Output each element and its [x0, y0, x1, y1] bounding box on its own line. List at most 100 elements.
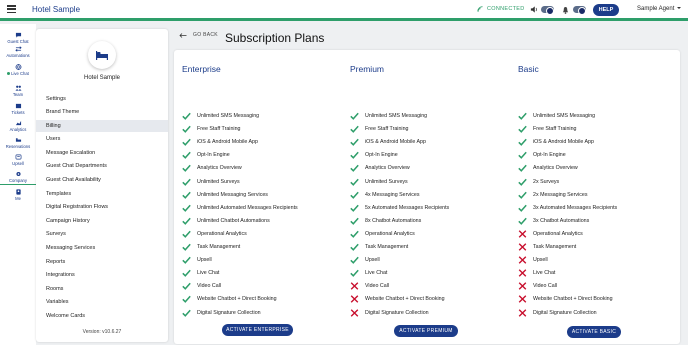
plan-feature-label: Free Staff Training — [365, 126, 409, 133]
plan-feature-label: 5x Automated Messages Recipients — [365, 204, 450, 211]
plan-feature: Live Chat — [350, 268, 387, 278]
plan-feature-label: Task Management — [197, 244, 241, 250]
check-icon — [350, 112, 359, 120]
check-icon — [182, 112, 191, 120]
plan-feature-label: Opt-In Engine — [365, 152, 398, 159]
chevron-down-icon — [677, 7, 682, 10]
activate-enterprise-button[interactable]: ACTIVATE ENTERPRISE — [222, 324, 293, 336]
plan-feature: Opt-In Engine — [518, 150, 566, 160]
menu-templates[interactable]: Templates — [36, 188, 168, 200]
wifi-icon — [477, 6, 483, 12]
plan-feature: Video Call — [182, 281, 221, 291]
menu-settings[interactable]: Settings — [36, 93, 168, 105]
nav-label: Live Chat — [11, 71, 29, 76]
cross-icon — [350, 308, 359, 317]
help-button[interactable]: HELP — [593, 4, 619, 16]
menu-guest-chat-availability[interactable]: Guest Chat Availability — [36, 174, 168, 186]
bell-icon[interactable] — [562, 6, 569, 14]
menu-rooms[interactable]: Rooms — [36, 283, 168, 295]
check-icon — [182, 283, 191, 291]
plan-feature: 8x Chatbot Automations — [350, 216, 421, 226]
plan-feature-label: Unlimited Surveys — [197, 178, 240, 185]
plan-feature-label: Unlimited Surveys — [365, 178, 408, 185]
plan-feature: Live Chat — [182, 268, 219, 278]
menu-variables[interactable]: Variables — [36, 296, 168, 308]
plan-feature: Unlimited SMS Messaging — [182, 111, 259, 121]
connection-status-label: CONNECTED — [487, 6, 525, 12]
nav-live-chat[interactable]: Live Chat — [0, 64, 36, 76]
cross-icon — [518, 269, 527, 277]
check-icon — [350, 152, 359, 160]
menu-users[interactable]: Users — [36, 133, 168, 145]
check-icon — [518, 152, 527, 160]
plan-feature: Free Staff Training — [182, 124, 240, 134]
plan-feature: 5x Automated Messages Recipients — [350, 203, 449, 213]
plan-feature-label: Operational Analytics — [365, 230, 415, 237]
menu-messaging-services[interactable]: Messaging Services — [36, 242, 168, 254]
menu-message-escalation[interactable]: Message Escalation — [36, 147, 168, 159]
plan-feature: Opt-In Engine — [182, 150, 230, 160]
nav-company[interactable]: Company — [0, 171, 36, 185]
nav-automations[interactable]: Automations — [0, 46, 36, 58]
plan-feature: 2x Surveys — [518, 177, 559, 187]
menu-reports[interactable]: Reports — [36, 256, 168, 268]
volume-icon[interactable] — [530, 6, 538, 13]
check-icon — [182, 178, 191, 186]
plan-feature-label: Digital Signature Collection — [365, 309, 429, 316]
plan-feature-label: Analytics Overview — [365, 165, 410, 172]
nav-label: Analytics — [9, 127, 27, 132]
plan-feature: Free Staff Training — [518, 124, 576, 134]
plan-feature-label: 2x Messaging Services — [533, 191, 588, 198]
plan-feature-label: Video Call — [197, 283, 222, 290]
menu-guest-chat-departments[interactable]: Guest Chat Departments — [36, 160, 168, 172]
plan-feature-label: 2x Surveys — [533, 178, 560, 185]
notification-toggle[interactable] — [573, 6, 586, 15]
agent-name: Sample Agent — [637, 6, 675, 12]
hamburger-icon[interactable] — [7, 5, 16, 13]
check-icon — [350, 178, 359, 186]
nav-reservations[interactable]: Reservations — [0, 137, 36, 149]
menu-digital-registration-flows[interactable]: Digital Registration Flows — [36, 201, 168, 213]
activate-premium-button[interactable]: ACTIVATE PREMIUM — [394, 325, 458, 337]
nav-upsell[interactable]: Upsell — [0, 154, 36, 166]
plan-feature: Task Management — [350, 242, 408, 252]
check-icon — [182, 152, 191, 160]
bed-icon — [15, 138, 21, 142]
menu-integrations[interactable]: Integrations — [36, 269, 168, 281]
plan-feature: Task Management — [518, 242, 576, 252]
check-icon — [182, 217, 191, 225]
plan-feature: Analytics Overview — [182, 163, 242, 173]
go-back-button[interactable]: GO BACK — [179, 32, 218, 38]
menu-surveys[interactable]: Surveys — [36, 228, 168, 240]
plan-feature: Website Chatbot + Direct Booking — [518, 294, 613, 304]
plan-feature: Upsell — [350, 255, 380, 265]
plan-feature-label: Live Chat — [197, 270, 220, 277]
nav-analytics[interactable]: Analytics — [0, 120, 36, 132]
nav-team[interactable]: Team — [0, 85, 36, 97]
plan-feature: Analytics Overview — [518, 163, 578, 173]
plan-feature-label: Unlimited Automated Messages Recipients — [197, 204, 298, 211]
check-icon — [350, 125, 359, 133]
nav-tickets[interactable]: Tickets — [0, 103, 36, 115]
plan-feature-label: iOS & Android Mobile App — [533, 139, 594, 146]
check-icon — [518, 165, 527, 173]
menu-welcome-cards[interactable]: Welcome Cards — [36, 310, 168, 322]
check-icon — [518, 217, 527, 225]
nav-guest-chat[interactable]: Guest Chat — [0, 32, 36, 44]
nav-me[interactable]: Me — [0, 189, 36, 201]
nav-label: Company — [9, 178, 27, 183]
check-icon — [350, 204, 359, 212]
check-icon — [350, 230, 359, 238]
version-label: Version: v10.6.27 — [82, 329, 122, 335]
plan-feature-label: Free Staff Training — [197, 126, 241, 133]
menu-brand-theme[interactable]: Brand Theme — [36, 106, 168, 118]
plan-feature-label: Analytics Overview — [533, 165, 578, 172]
menu-campaign-history[interactable]: Campaign History — [36, 215, 168, 227]
sound-toggle[interactable] — [541, 6, 554, 15]
check-icon — [518, 191, 527, 199]
arrow-left-icon — [179, 32, 187, 38]
agent-menu[interactable]: Sample Agent — [637, 6, 682, 12]
plan-feature-label: Unlimited SMS Messaging — [197, 113, 260, 119]
activate-basic-button[interactable]: ACTIVATE BASIC — [567, 326, 621, 338]
menu-billing[interactable]: Billing — [36, 120, 168, 132]
